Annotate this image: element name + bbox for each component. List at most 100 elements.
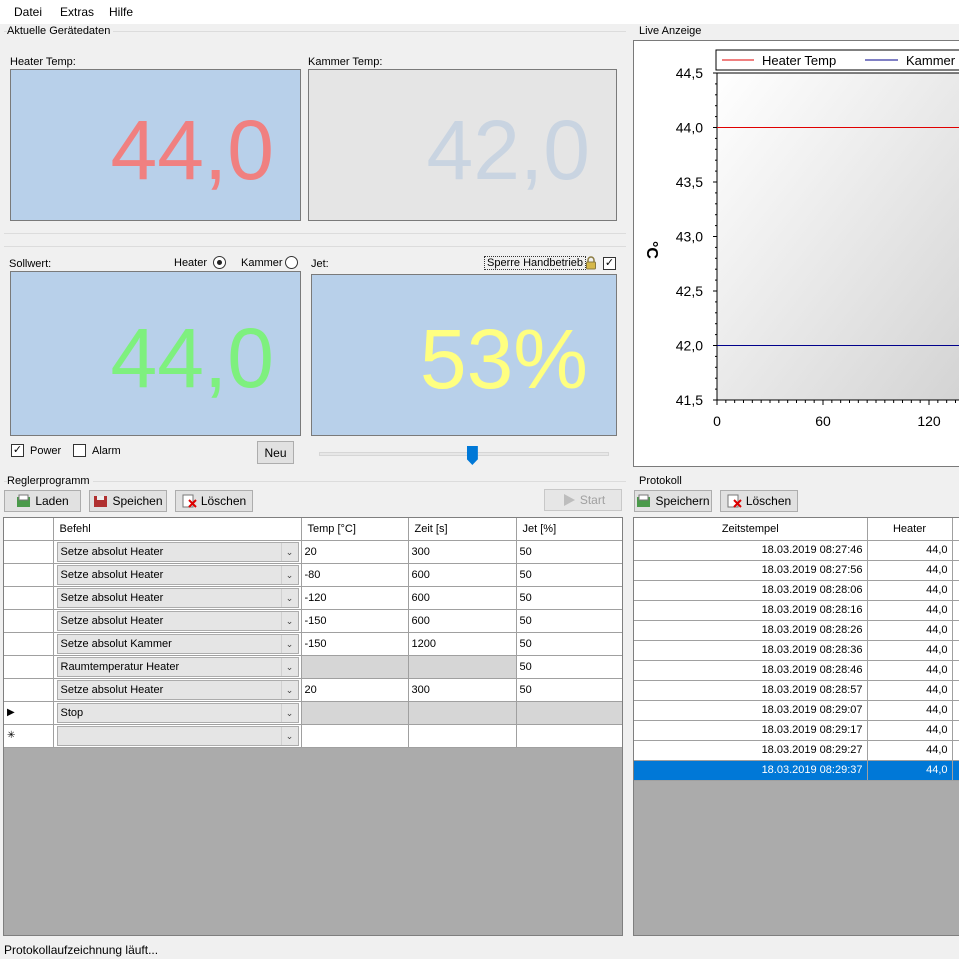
protocol-row[interactable]: 18.03.2019 08:27:56 44,0 (634, 560, 959, 581)
jet-slider-thumb[interactable] (466, 446, 478, 465)
command-cell[interactable]: Setze absolut Kammer ⌄ (53, 632, 302, 656)
time-cell[interactable]: 600 (408, 586, 517, 610)
row-header[interactable] (4, 563, 54, 587)
lock-manual-checkbox[interactable]: ✓ (603, 257, 616, 270)
jet-cell[interactable]: 50 (516, 609, 622, 633)
heater-cell[interactable]: 44,0 (867, 740, 953, 761)
extra-cell[interactable] (952, 560, 959, 581)
delete-program-button[interactable]: Löschen (175, 490, 253, 512)
program-row[interactable]: Setze absolut Heater ⌄ 20 300 50 (4, 678, 622, 702)
extra-cell[interactable] (952, 720, 959, 741)
delete-protocol-button[interactable]: Löschen (720, 490, 798, 512)
timestamp-cell[interactable]: 18.03.2019 08:29:27 (634, 740, 868, 761)
timestamp-cell[interactable]: 18.03.2019 08:28:36 (634, 640, 868, 661)
protocol-row[interactable]: 18.03.2019 08:28:46 44,0 (634, 660, 959, 681)
timestamp-cell[interactable]: 18.03.2019 08:27:56 (634, 560, 868, 581)
temp-cell[interactable] (301, 701, 409, 725)
timestamp-cell[interactable]: 18.03.2019 08:29:17 (634, 720, 868, 741)
extra-cell[interactable] (952, 700, 959, 721)
command-cell[interactable]: Stop ⌄ (53, 701, 302, 725)
chevron-down-icon[interactable]: ⌄ (280, 565, 298, 584)
alarm-checkbox[interactable] (73, 444, 86, 457)
heater-cell[interactable]: 44,0 (867, 580, 953, 601)
time-cell[interactable] (408, 655, 517, 679)
protocol-grid[interactable]: Zeitstempel Heater 18.03.2019 08:27:46 44… (633, 517, 959, 936)
timestamp-cell[interactable]: 18.03.2019 08:28:16 (634, 600, 868, 621)
time-cell[interactable] (408, 724, 517, 748)
program-row[interactable]: Setze absolut Heater ⌄ -80 600 50 (4, 563, 622, 587)
command-cell[interactable]: Setze absolut Heater ⌄ (53, 678, 302, 702)
heater-cell[interactable]: 44,0 (867, 700, 953, 721)
command-combo[interactable]: Setze absolut Heater ⌄ (56, 564, 299, 585)
protocol-row[interactable]: 18.03.2019 08:29:37 44,0 (634, 760, 959, 781)
chevron-down-icon[interactable]: ⌄ (280, 680, 298, 699)
program-grid[interactable]: Befehl Temp [°C] Zeit [s] Jet [%] Setze … (3, 517, 623, 936)
save-program-button[interactable]: Speichen (89, 490, 167, 512)
extra-cell[interactable] (952, 620, 959, 641)
command-combo[interactable]: Setze absolut Heater ⌄ (56, 587, 299, 608)
radio-chamber[interactable] (285, 256, 298, 269)
extra-cell[interactable] (952, 600, 959, 621)
row-header[interactable] (4, 609, 54, 633)
menu-hilfe[interactable]: Hilfe (109, 5, 133, 19)
heater-cell[interactable]: 44,0 (867, 620, 953, 641)
jet-cell[interactable]: 50 (516, 586, 622, 610)
menu-datei[interactable]: Datei (14, 5, 42, 19)
load-button[interactable]: Laden (4, 490, 81, 512)
timestamp-cell[interactable]: 18.03.2019 08:29:07 (634, 700, 868, 721)
program-row[interactable]: ▶ Stop ⌄ (4, 701, 622, 725)
heater-cell[interactable]: 44,0 (867, 680, 953, 701)
command-cell[interactable]: Setze absolut Heater ⌄ (53, 609, 302, 633)
jet-cell[interactable] (516, 724, 622, 748)
new-button[interactable]: Neu (257, 441, 294, 464)
extra-cell[interactable] (952, 660, 959, 681)
jet-cell[interactable] (516, 701, 622, 725)
temp-cell[interactable]: 20 (301, 540, 409, 564)
radio-heater[interactable] (213, 256, 226, 269)
extra-cell[interactable] (952, 680, 959, 701)
chevron-down-icon[interactable]: ⌄ (280, 634, 298, 653)
timestamp-cell[interactable]: 18.03.2019 08:28:57 (634, 680, 868, 701)
heater-cell[interactable]: 44,0 (867, 660, 953, 681)
temp-cell[interactable]: -80 (301, 563, 409, 587)
command-combo[interactable]: Setze absolut Heater ⌄ (56, 541, 299, 562)
start-button[interactable]: Start (544, 489, 622, 511)
chevron-down-icon[interactable]: ⌄ (280, 703, 298, 722)
protocol-row[interactable]: 18.03.2019 08:28:57 44,0 (634, 680, 959, 701)
col-heater-header[interactable]: Heater (867, 518, 953, 541)
extra-cell[interactable] (952, 580, 959, 601)
heater-cell[interactable]: 44,0 (867, 540, 953, 561)
time-cell[interactable] (408, 701, 517, 725)
row-header[interactable]: ▶ (4, 701, 54, 725)
extra-cell[interactable] (952, 760, 959, 781)
program-row[interactable]: Setze absolut Heater ⌄ -150 600 50 (4, 609, 622, 633)
program-row[interactable]: Raumtemperatur Heater ⌄ 50 (4, 655, 622, 679)
heater-cell[interactable]: 44,0 (867, 560, 953, 581)
timestamp-cell[interactable]: 18.03.2019 08:28:46 (634, 660, 868, 681)
heater-cell[interactable]: 44,0 (867, 600, 953, 621)
program-row[interactable]: Setze absolut Heater ⌄ -120 600 50 (4, 586, 622, 610)
power-checkbox[interactable]: ✓ (11, 444, 24, 457)
chevron-down-icon[interactable]: ⌄ (280, 726, 298, 745)
col-timestamp-header[interactable]: Zeitstempel (634, 518, 868, 541)
row-header[interactable] (4, 540, 54, 564)
chevron-down-icon[interactable]: ⌄ (280, 611, 298, 630)
command-cell[interactable]: Setze absolut Heater ⌄ (53, 586, 302, 610)
menu-extras[interactable]: Extras (60, 5, 94, 19)
command-combo[interactable]: Raumtemperatur Heater ⌄ (56, 656, 299, 677)
extra-cell[interactable] (952, 640, 959, 661)
program-row[interactable]: ✳ ⌄ (4, 724, 622, 748)
col-temp-header[interactable]: Temp [°C] (301, 518, 409, 541)
program-row[interactable]: Setze absolut Kammer ⌄ -150 1200 50 (4, 632, 622, 656)
program-row[interactable]: Setze absolut Heater ⌄ 20 300 50 (4, 540, 622, 564)
jet-cell[interactable]: 50 (516, 678, 622, 702)
chevron-down-icon[interactable]: ⌄ (280, 657, 298, 676)
jet-slider-track[interactable] (319, 452, 609, 456)
timestamp-cell[interactable]: 18.03.2019 08:29:37 (634, 760, 868, 781)
time-cell[interactable]: 600 (408, 563, 517, 587)
row-header[interactable] (4, 678, 54, 702)
chevron-down-icon[interactable]: ⌄ (280, 542, 298, 561)
row-header[interactable] (4, 632, 54, 656)
command-cell[interactable]: Raumtemperatur Heater ⌄ (53, 655, 302, 679)
temp-cell[interactable] (301, 655, 409, 679)
